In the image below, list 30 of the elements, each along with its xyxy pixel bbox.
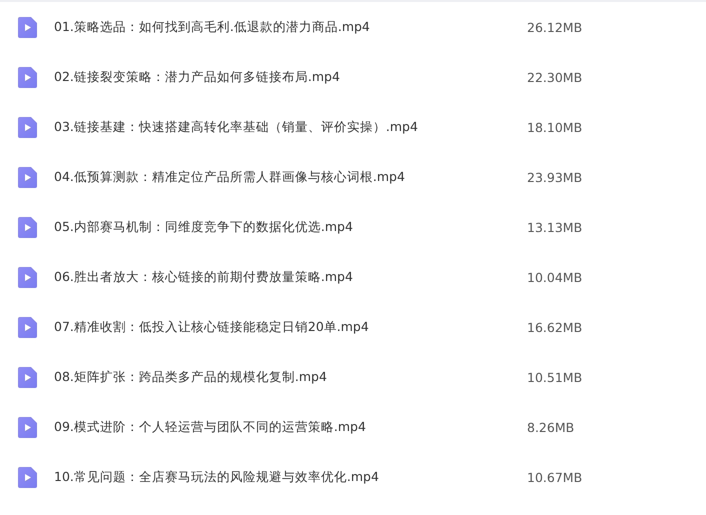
file-size: 13.13MB [527, 220, 582, 234]
file-name[interactable]: 06.胜出者放大：核心链接的前期付费放量策略.mp4 [54, 268, 527, 286]
file-name[interactable]: 02.链接裂变策略：潜力产品如何多链接布局.mp4 [54, 68, 527, 86]
file-name[interactable]: 09.模式进阶：个人轻运营与团队不同的运营策略.mp4 [54, 418, 527, 436]
file-size: 23.93MB [527, 170, 582, 184]
file-name[interactable]: 01.策略选品：如何找到高毛利.低退款的潜力商品.mp4 [54, 18, 527, 36]
file-size: 18.10MB [527, 120, 582, 134]
file-size: 8.26MB [527, 420, 574, 434]
file-size: 10.04MB [527, 270, 582, 284]
file-size: 10.67MB [527, 470, 582, 484]
file-name[interactable]: 08.矩阵扩张：跨品类多产品的规模化复制.mp4 [54, 368, 527, 386]
video-file-icon [18, 216, 37, 238]
video-file-icon [18, 266, 37, 288]
file-size: 26.12MB [527, 20, 582, 34]
video-file-icon [18, 466, 37, 488]
file-name[interactable]: 04.低预算测款：精准定位产品所需人群画像与核心词根.mp4 [54, 168, 527, 186]
file-name[interactable]: 07.精准收割：低投入让核心链接能稳定日销20单.mp4 [54, 318, 527, 336]
video-file-icon [18, 416, 37, 438]
file-name[interactable]: 03.链接基建：快速搭建高转化率基础（销量、评价实操）.mp4 [54, 118, 527, 136]
video-file-icon [18, 316, 37, 338]
video-file-icon [18, 116, 37, 138]
video-file-icon [18, 166, 37, 188]
file-size: 16.62MB [527, 320, 582, 334]
file-size: 22.30MB [527, 70, 582, 84]
video-file-icon [18, 66, 37, 88]
file-name[interactable]: 05.内部赛马机制：同维度竞争下的数据化优选.mp4 [54, 218, 527, 236]
file-name[interactable]: 10.常见问题：全店赛马玩法的风险规避与效率优化.mp4 [54, 468, 527, 486]
video-file-icon [18, 366, 37, 388]
file-size: 10.51MB [527, 370, 582, 384]
video-file-icon [18, 16, 37, 38]
